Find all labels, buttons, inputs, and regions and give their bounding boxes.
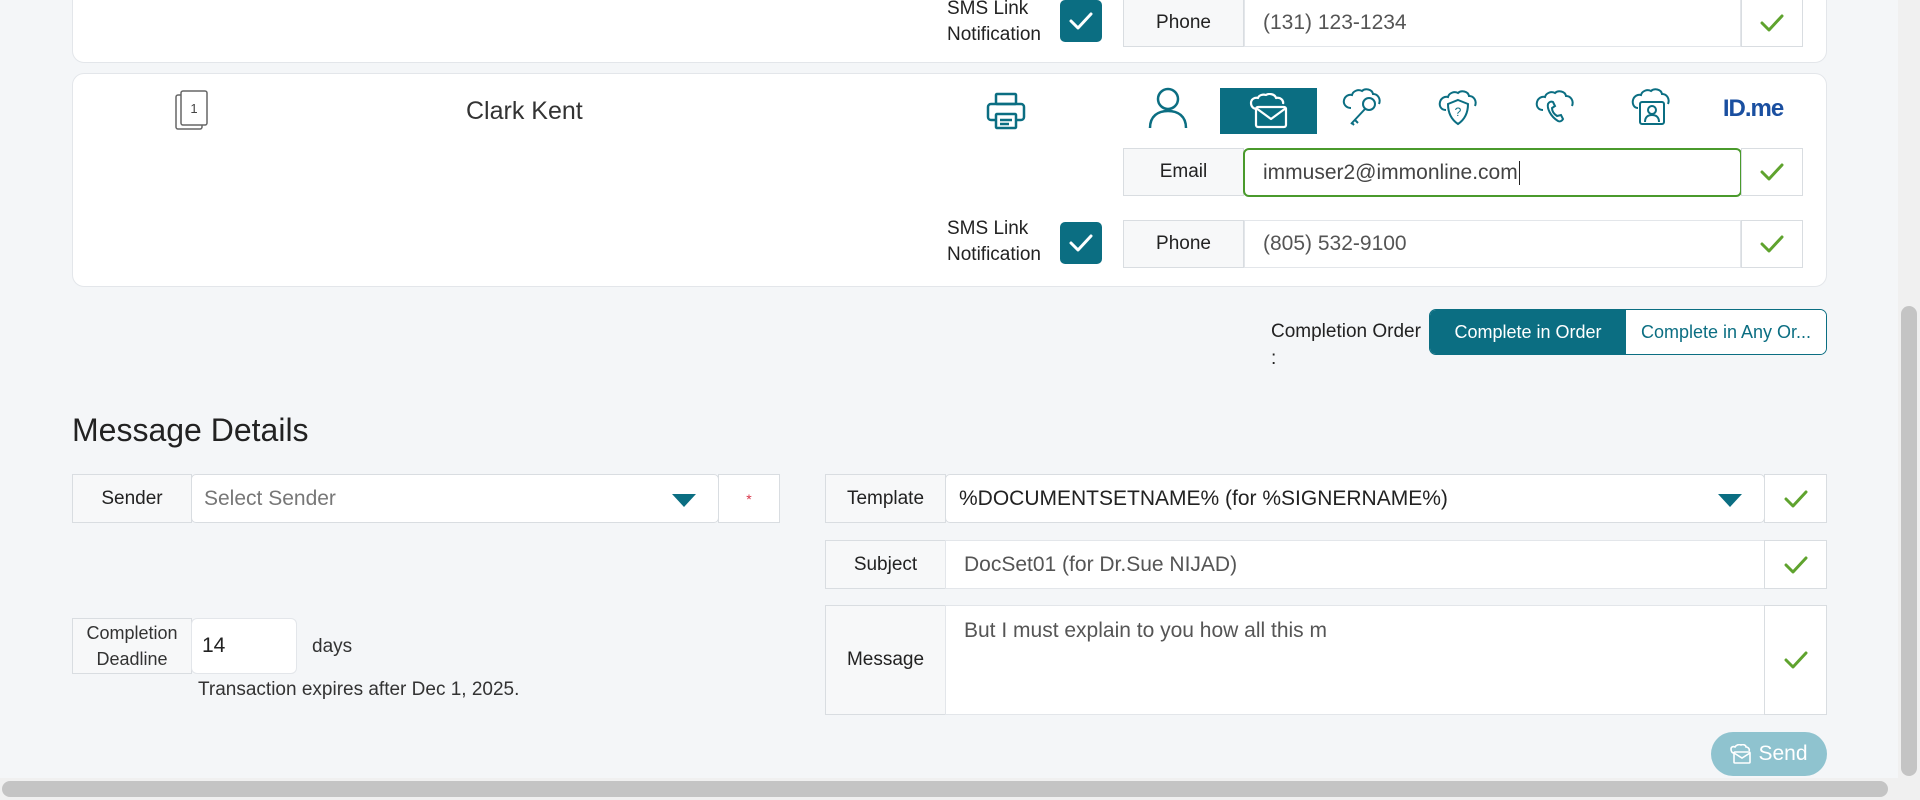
phone-label: Phone [1123,0,1244,47]
sender-required-indicator: * [718,474,780,523]
sender-select[interactable]: Select Sender [191,474,719,523]
checkmark-icon [1069,234,1093,252]
template-value: %DOCUMENTSETNAME% (for %SIGNERNAME%) [959,486,1448,510]
sender-placeholder: Select Sender [204,486,336,510]
send-label: Send [1758,742,1808,765]
person-icon[interactable] [1144,84,1192,132]
message-details-title: Message Details [72,412,309,448]
phone-input[interactable]: (805) 532-9100 [1244,220,1741,268]
message-textarea[interactable]: But I must explain to you how all this m [945,605,1765,715]
idme-logo-icon[interactable]: ID.me [1718,92,1788,126]
chevron-down-icon [672,494,696,507]
email-input[interactable]: immuser2@immonline.com [1243,148,1742,197]
complete-any-order-button[interactable]: Complete in Any Or... [1626,310,1826,354]
horizontal-scrollbar-thumb[interactable] [2,781,1888,797]
template-verified-indicator [1764,474,1827,523]
checkmark-icon [1069,12,1093,30]
horizontal-scrollbar-track[interactable] [0,778,1898,800]
cloud-mail-icon [1249,93,1287,129]
template-label: Template [825,474,946,523]
phone-input[interactable]: (131) 123-1234 [1244,0,1741,47]
sender-label: Sender [72,474,192,523]
email-verified-indicator [1741,148,1803,196]
completion-order-toggle: Complete in Order Complete in Any Or... [1429,309,1827,355]
subject-verified-indicator [1764,540,1827,589]
email-value: immuser2@immonline.com [1263,160,1518,184]
cloud-shield-icon[interactable]: ? [1434,84,1482,132]
vertical-scrollbar-thumb[interactable] [1901,306,1917,776]
completion-deadline-input[interactable]: 14 [191,618,297,674]
deadline-unit: days [312,636,353,657]
subject-label: Subject [825,540,946,589]
svg-text:?: ? [1455,105,1462,119]
chevron-down-icon [1718,494,1742,507]
completion-deadline-label: Completion Deadline [72,618,192,674]
required-marker: * [746,490,752,507]
vertical-scrollbar-track[interactable] [1898,0,1920,800]
signer-name: Clark Kent [466,97,583,125]
subject-input[interactable]: DocSet01 (for Dr.Sue NIJAD) [945,540,1765,589]
cloud-phone-icon[interactable] [1531,84,1579,132]
document-stack-icon[interactable]: 1 [172,88,212,132]
check-icon [1760,235,1784,253]
cloud-mail-icon [1730,744,1752,764]
sms-link-notification-label: SMS Link Notification [947,0,1041,45]
phone-verified-indicator [1741,0,1803,47]
message-label: Message [825,605,946,715]
complete-in-order-button[interactable]: Complete in Order [1430,310,1626,354]
sms-link-notification-label: SMS Link Notification [947,218,1041,265]
phone-verified-indicator [1741,220,1803,268]
send-button[interactable]: Send [1711,732,1827,776]
cloud-id-card-icon[interactable] [1628,84,1676,132]
sms-notification-checkbox[interactable] [1060,0,1102,42]
message-verified-indicator [1764,605,1827,715]
check-icon [1784,490,1807,507]
email-delivery-button[interactable] [1220,88,1317,134]
transaction-expiry-note: Transaction expires after Dec 1, 2025. [198,679,520,700]
completion-order-label: Completion Order : [1271,321,1421,369]
check-icon [1760,163,1784,181]
check-icon [1760,14,1784,31]
email-label: Email [1123,148,1244,196]
sms-notification-checkbox[interactable] [1060,222,1102,264]
idme-label: ID.me [1722,95,1784,122]
check-icon [1784,556,1807,573]
template-select[interactable]: %DOCUMENTSETNAME% (for %SIGNERNAME%) [945,474,1765,523]
phone-label: Phone [1123,220,1244,268]
check-icon [1784,651,1807,669]
print-icon[interactable] [982,88,1030,134]
document-number: 1 [190,101,197,116]
cloud-key-icon[interactable] [1338,84,1386,132]
